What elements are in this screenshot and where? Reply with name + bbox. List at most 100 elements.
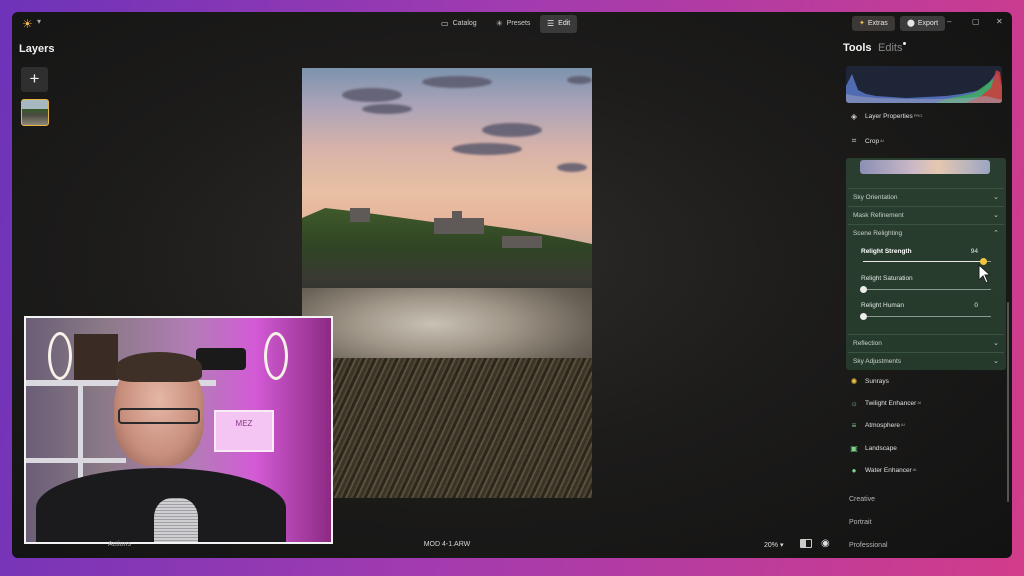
tool-label: Water Enhancer — [865, 467, 912, 474]
camera-prop — [196, 348, 246, 370]
cloud — [557, 163, 587, 172]
section-label: Reflection — [853, 340, 882, 347]
landscape-icon: ▣ — [850, 444, 858, 453]
histogram — [846, 66, 1002, 103]
category-portrait[interactable]: Portrait — [849, 519, 872, 526]
cloud — [452, 143, 522, 155]
tool-badge: AI — [901, 422, 905, 427]
tool-label: Twilight Enhancer — [865, 400, 917, 407]
section-sky-adjustments[interactable]: Sky Adjustments ⌄ — [848, 352, 1004, 369]
category-professional[interactable]: Professional — [849, 542, 888, 549]
sparkle-icon: ✳ — [496, 19, 503, 28]
tab-presets[interactable]: ✳ Presets — [489, 15, 537, 33]
cloud — [362, 104, 412, 114]
tool-atmosphere[interactable]: ≡ AtmosphereAI — [849, 421, 905, 430]
section-scene-relighting[interactable]: Scene Relighting ⌃ — [848, 224, 1004, 241]
minimize-icon[interactable]: – — [947, 17, 951, 26]
chevron-down-icon[interactable]: ▾ — [37, 17, 41, 26]
section-label: Scene Relighting — [853, 230, 903, 237]
crop-icon: ⌗ — [851, 136, 857, 145]
panel-scrollbar[interactable] — [1007, 302, 1009, 502]
person-glasses — [118, 408, 200, 424]
layers-icon: ◈ — [850, 112, 858, 121]
tool-label: Crop — [865, 137, 880, 145]
add-layer-button[interactable]: + — [21, 67, 48, 92]
app-window: ☀ ▾ ▭ Catalog ✳ Presets ☰ Edit ✦ Extras … — [12, 12, 1012, 558]
chevron-down-icon: ⌄ — [993, 358, 999, 365]
tool-label: Sunrays — [865, 378, 889, 385]
shelf — [26, 458, 126, 463]
tab-edit[interactable]: ☰ Edit — [540, 15, 578, 33]
castle-tower — [452, 211, 462, 221]
sky-preview-thumbnail[interactable] — [860, 160, 990, 174]
tool-badge: AI — [912, 467, 917, 472]
lightbox-sign-text: MEZ — [235, 419, 253, 428]
slider-value-relight-strength: 94 — [970, 248, 978, 255]
section-mask-refinement[interactable]: Mask Refinement ⌄ — [848, 206, 1004, 223]
tool-badge: AI — [880, 137, 884, 143]
histogram-graph — [846, 70, 1002, 103]
extras-button[interactable]: ✦ Extras — [852, 16, 895, 31]
sliders-icon: ☰ — [547, 19, 555, 28]
slider-relight-human[interactable] — [860, 313, 991, 320]
slider-relight-saturation[interactable] — [860, 286, 991, 293]
maximize-icon[interactable]: ▢ — [972, 17, 980, 26]
microphone — [154, 498, 198, 542]
zoom-select[interactable]: 20% ▾ — [764, 541, 783, 549]
zoom-value: 20% — [764, 542, 779, 549]
eye-icon[interactable]: ◉ — [821, 538, 830, 549]
ring-light — [48, 332, 72, 380]
tool-label: Atmosphere — [865, 422, 901, 429]
castle-tower — [350, 208, 370, 222]
cloud — [567, 76, 592, 84]
tool-label: Landscape — [865, 445, 897, 452]
section-label: Mask Refinement — [853, 212, 904, 219]
cloud — [422, 76, 492, 88]
chevron-up-icon: ⌃ — [993, 230, 999, 237]
ring-light — [264, 332, 288, 380]
slider-thumb[interactable] — [860, 313, 867, 320]
close-icon[interactable]: ✕ — [996, 17, 1003, 26]
tab-edit-label: Edit — [558, 20, 571, 27]
export-label: Export — [917, 20, 939, 27]
tool-twilight-enhancer[interactable]: ☼ Twilight EnhancerAI — [849, 399, 921, 408]
chevron-down-icon: ⌄ — [993, 212, 999, 219]
category-creative[interactable]: Creative — [849, 496, 875, 503]
layer-thumbnail[interactable] — [21, 99, 49, 126]
photo-canvas[interactable] — [302, 68, 592, 498]
tool-water-enhancer[interactable]: ● Water EnhancerAI — [849, 466, 917, 475]
photo-seaweed — [302, 358, 592, 498]
section-reflection[interactable]: Reflection ⌄ — [848, 334, 1004, 351]
extras-icon: ✦ — [859, 20, 865, 27]
tab-edits[interactable]: Edits — [878, 42, 902, 54]
app-logo-icon[interactable]: ☀ — [22, 17, 36, 31]
lightbox-sign: MEZ — [214, 410, 274, 452]
folder-icon: ▭ — [441, 19, 449, 28]
extras-label: Extras — [867, 20, 888, 27]
chevron-down-icon: ⌄ — [993, 194, 999, 201]
tool-crop[interactable]: ⌗ CropAI — [849, 136, 884, 146]
slider-value-relight-human: 0 — [974, 302, 978, 309]
slider-label-relight-saturation: Relight Saturation — [861, 275, 913, 282]
edits-indicator-dot — [903, 42, 906, 45]
sun-icon: ✺ — [850, 377, 858, 386]
tab-tools[interactable]: Tools — [843, 42, 872, 54]
slider-fill — [863, 261, 983, 262]
tool-label: Layer Properties — [865, 113, 913, 120]
tab-catalog[interactable]: ▭ Catalog — [434, 15, 484, 33]
export-icon: ⬤ — [907, 20, 915, 27]
castle-ruin — [502, 236, 542, 248]
export-button[interactable]: ⬤ Export — [900, 16, 946, 31]
tool-landscape[interactable]: ▣ Landscape — [849, 444, 897, 453]
tool-layer-properties[interactable]: ◈ Layer PropertiesPRO — [849, 112, 922, 121]
slider-label-relight-human: Relight Human — [861, 302, 904, 309]
slider-thumb[interactable] — [860, 286, 867, 293]
cloud — [342, 88, 402, 102]
chevron-down-icon: ▾ — [779, 542, 784, 549]
compare-icon[interactable] — [800, 539, 812, 548]
book-cover — [74, 334, 118, 380]
chevron-down-icon: ⌄ — [993, 340, 999, 347]
tool-sunrays[interactable]: ✺ Sunrays — [849, 377, 889, 386]
slider-relight-strength[interactable] — [863, 258, 991, 265]
section-sky-orientation[interactable]: Sky Orientation ⌄ — [848, 188, 1004, 205]
